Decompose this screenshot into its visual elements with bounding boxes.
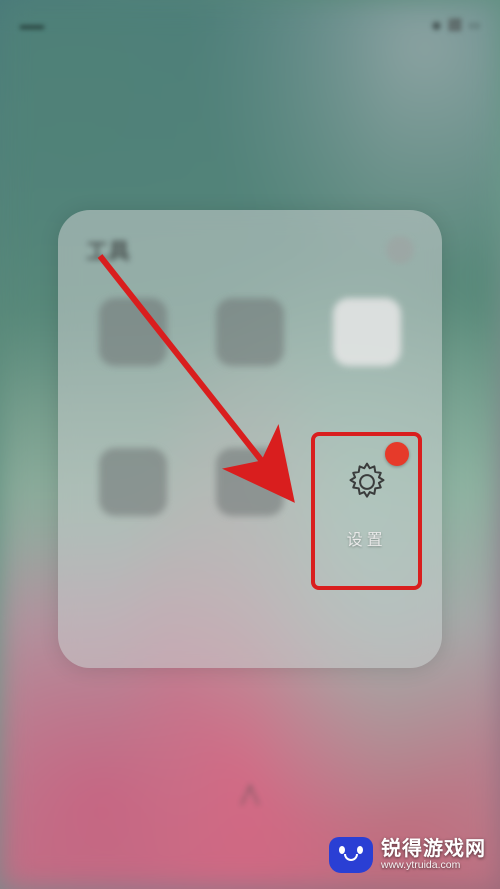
home-indicator[interactable] xyxy=(239,779,261,811)
status-left: ▬▬ xyxy=(20,18,44,32)
watermark-brand: 锐得游戏网 xyxy=(381,839,486,860)
watermark-url: www.ytruida.com xyxy=(381,860,486,871)
settings-app[interactable]: 设置 xyxy=(313,440,420,580)
app-icon-0 xyxy=(99,298,167,366)
watermark-logo xyxy=(329,837,373,873)
watermark: 锐得游戏网 www.ytruida.com xyxy=(329,837,486,873)
status-right: ◉ ⬛ ▭ xyxy=(431,18,480,32)
bluetooth-icon: ⬛ xyxy=(448,18,463,32)
app-icon-2 xyxy=(333,298,401,366)
battery-icon: ▭ xyxy=(469,18,480,32)
folder-header: 工具 xyxy=(76,234,424,282)
signal-icon: ▬▬ xyxy=(20,18,44,32)
notification-badge xyxy=(385,442,409,466)
watermark-text: 锐得游戏网 www.ytruida.com xyxy=(381,839,486,871)
app-icon-4 xyxy=(216,448,284,516)
gear-icon xyxy=(345,460,389,504)
app-item-0[interactable] xyxy=(80,290,187,430)
app-item-3[interactable] xyxy=(80,440,187,580)
settings-icon-wrap xyxy=(333,448,401,516)
settings-label: 设置 xyxy=(347,526,387,550)
folder-menu-button[interactable] xyxy=(386,236,414,264)
status-bar: ▬▬ ◉ ⬛ ▭ xyxy=(0,10,500,40)
folder-title: 工具 xyxy=(86,234,130,266)
app-item-2[interactable] xyxy=(313,290,420,430)
folder-grid: 设置 xyxy=(76,282,424,588)
app-icon-3 xyxy=(99,448,167,516)
app-icon-1 xyxy=(216,298,284,366)
wifi-icon: ◉ xyxy=(431,18,441,32)
folder-panel[interactable]: 工具 xyxy=(58,210,442,668)
app-item-4[interactable] xyxy=(197,440,304,580)
app-item-1[interactable] xyxy=(197,290,304,430)
